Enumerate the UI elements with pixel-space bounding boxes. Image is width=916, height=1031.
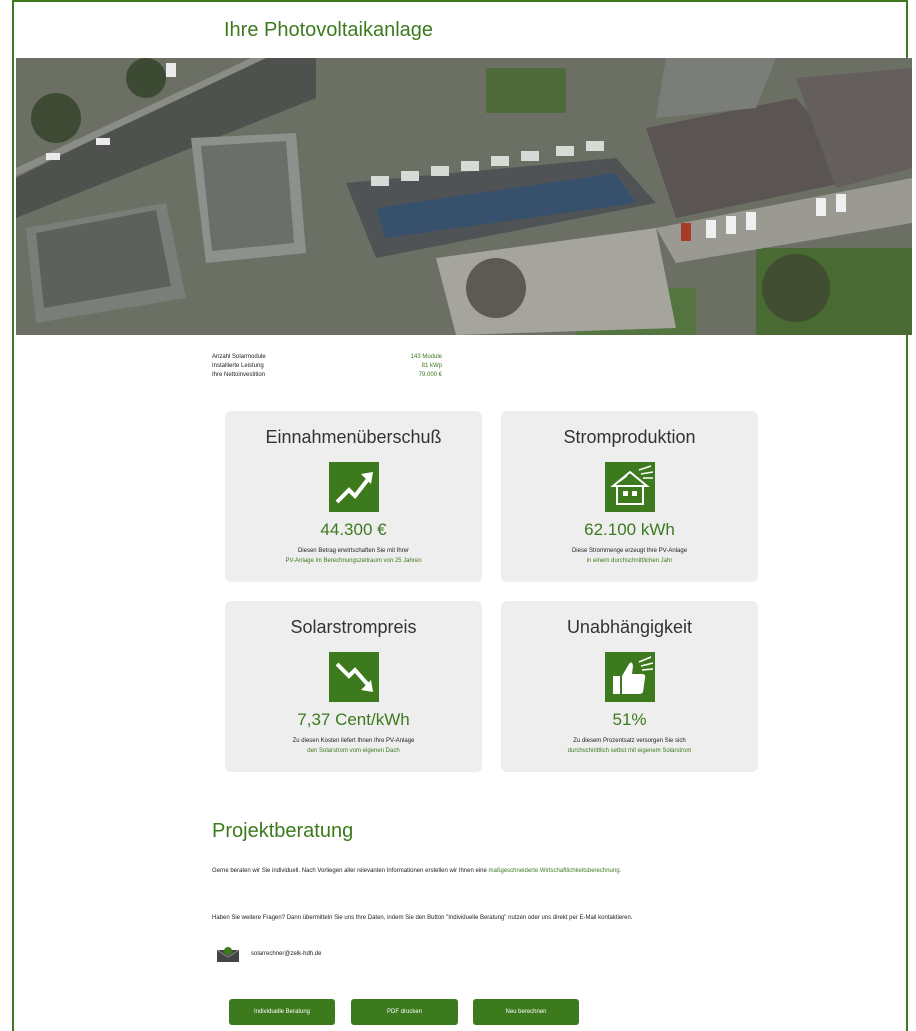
thumbs-up-icon — [604, 652, 655, 702]
summary-row: Ihre Nettoinvestition 79.000 € — [212, 371, 442, 380]
card-power-production: Stromproduktion 62.100 kWh Diese Stromme… — [501, 411, 758, 582]
summary-value: 143 Module — [410, 354, 442, 360]
card-title: Solarstrompreis — [290, 617, 417, 637]
card-value: 62.100 kWh — [584, 520, 675, 539]
summary-value: 79.000 € — [418, 372, 442, 378]
card-value: 7,37 Cent/kWh — [297, 710, 410, 729]
card-title: Stromproduktion — [563, 427, 696, 447]
card-description-highlight: PV-Anlage im Berechnungszeitraum von 25 … — [285, 558, 422, 564]
pdf-print-button[interactable]: PDF drucken — [351, 999, 458, 1025]
card-description: Zu diesen Kosten liefert Ihnen Ihre PV-A… — [292, 738, 415, 744]
card-description: Zu diesem Prozentsatz versorgen Sie sich — [573, 738, 686, 744]
summary-value: 81 kWp — [421, 363, 442, 369]
card-description-highlight: in einem durchschnittlichen Jahr — [586, 558, 673, 564]
card-description: Diesen Betrag erwirtschaften Sie mit Ihr… — [297, 548, 410, 554]
card-description-highlight: den Solarstrom vom eigenen Dach — [307, 748, 400, 754]
aerial-photo — [16, 58, 912, 335]
card-description-highlight: durchschnittlich selbst mit eigenem Sola… — [567, 748, 692, 754]
summary-label: Installierte Leistung — [212, 363, 264, 369]
card-income-surplus: Einnahmenüberschuß 44.300 € Diesen Betra… — [225, 411, 482, 582]
card-independence: Unabhängigkeit 51% Zu diesem Prozentsatz… — [501, 601, 758, 772]
trend-up-icon — [328, 462, 379, 512]
email-link[interactable]: solarrechner@zelk-hdh.de — [251, 951, 321, 957]
summary-row: Installierte Leistung 81 kWp — [212, 362, 442, 371]
card-solar-price: Solarstrompreis 7,37 Cent/kWh Zu diesen … — [225, 601, 482, 772]
envelope-icon — [217, 947, 239, 962]
card-title: Unabhängigkeit — [566, 617, 693, 637]
questions-paragraph: Haben Sie weitere Fragen? Dann übermitte… — [212, 915, 633, 921]
consulting-text-highlight: maßgeschneiderte Wirtschaftlichkeitsbere… — [488, 868, 622, 874]
recalculate-button[interactable]: Neu berechnen — [473, 999, 579, 1025]
card-description: Diese Strommenge erzeugt Ihre PV-Anlage — [571, 548, 688, 554]
page-title: Ihre Photovoltaikanlage — [224, 19, 434, 41]
card-value: 44.300 € — [320, 520, 387, 539]
consulting-text: Gerne beraten wir Sie individuell. Nach … — [212, 868, 487, 874]
section-heading-consulting: Projektberatung — [212, 820, 354, 842]
card-title: Einnahmenüberschuß — [265, 427, 442, 447]
solar-house-icon — [604, 462, 655, 512]
summary-label: Anzahl Solarmodule — [212, 354, 266, 360]
trend-down-icon — [328, 652, 379, 702]
plant-summary: Anzahl Solarmodule 143 Module Installier… — [212, 353, 442, 380]
summary-row: Anzahl Solarmodule 143 Module — [212, 353, 442, 362]
email-contact[interactable]: solarrechner@zelk-hdh.de — [217, 946, 321, 962]
individual-consulting-button[interactable]: Individuelle Beratung — [229, 999, 335, 1025]
card-value: 51% — [612, 710, 647, 729]
consulting-paragraph: Gerne beraten wir Sie individuell. Nach … — [212, 866, 757, 876]
summary-label: Ihre Nettoinvestition — [212, 372, 266, 378]
